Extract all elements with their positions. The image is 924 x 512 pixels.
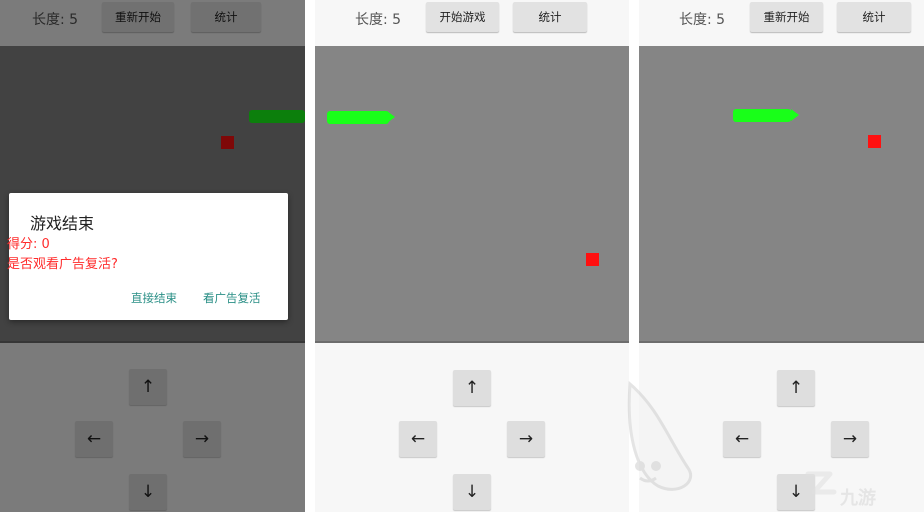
snake-head <box>387 111 395 123</box>
left-button[interactable]: ← <box>399 421 437 457</box>
watermark-brand: 九游 <box>840 488 876 509</box>
snake-head <box>791 109 799 121</box>
food-block <box>586 253 599 266</box>
length-label: 长度: 5 <box>679 12 726 28</box>
down-button[interactable]: ↓ <box>453 474 491 510</box>
up-button[interactable]: ↑ <box>453 370 491 406</box>
stats-button[interactable]: 统计 <box>513 2 587 32</box>
watch-ad-revive-button[interactable]: 看广告复活 <box>203 290 261 306</box>
stats-button[interactable]: 统计 <box>837 2 911 32</box>
header-bar: 长度: 5 开始游戏 统计 <box>315 0 629 45</box>
game-board <box>315 46 629 343</box>
restart-button[interactable]: 重新开始 <box>750 2 823 32</box>
end-game-button[interactable]: 直接结束 <box>131 290 177 306</box>
start-game-button[interactable]: 开始游戏 <box>426 2 499 32</box>
snake-body <box>733 109 791 122</box>
game-over-dialog: 游戏结束 得分: 0 是否观看广告复活? 直接结束 看广告复活 <box>7 193 288 320</box>
revive-question: 是否观看广告复活? <box>7 257 118 272</box>
header-bar: 长度: 5 重新开始 统计 <box>639 0 924 45</box>
food-block <box>868 135 881 148</box>
game-panel-1: 长度: 5 重新开始 统计 ↑ ← → ↓ 游戏结束 得分: 0 是否观看广告复… <box>0 0 305 512</box>
right-button[interactable]: → <box>507 421 545 457</box>
game-board <box>639 46 924 343</box>
snake-body <box>327 111 389 124</box>
length-label: 长度: 5 <box>355 12 402 28</box>
score-text: 得分: 0 <box>7 237 50 252</box>
dialog-title: 游戏结束 <box>30 214 95 233</box>
game-panel-2: 长度: 5 开始游戏 统计 ↑ ← → ↓ <box>315 0 629 512</box>
